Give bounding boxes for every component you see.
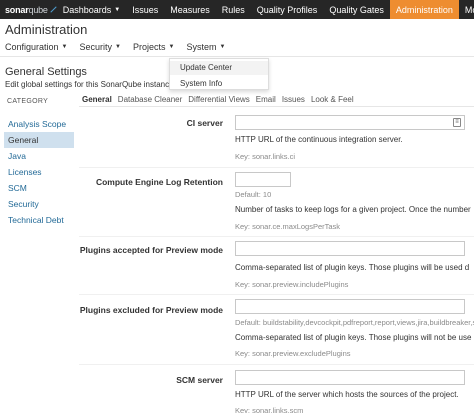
sidebar-item-analysis-scope[interactable]: Analysis Scope (4, 116, 74, 132)
ce-log-retention-label: Compute Engine Log Retention (95, 177, 223, 187)
plugins-accepted-key: Key: sonar.preview.includePlugins (235, 280, 349, 289)
nav-dashboards[interactable]: Dashboards ▼ (57, 0, 126, 19)
caret-down-icon: ▼ (61, 44, 68, 50)
divider (0, 56, 474, 57)
ce-log-retention-help: Number of tasks to keep logs for a given… (235, 205, 471, 214)
scm-server-help: HTTP URL of the server which hosts the s… (235, 390, 459, 399)
sidebar-item-java[interactable]: Java (4, 148, 74, 164)
ce-log-retention-default: Default: 10 (235, 190, 272, 199)
tab-differential-views[interactable]: Differential Views (188, 95, 250, 104)
system-dropdown-menu: Update Center System Info (169, 58, 269, 90)
tab-email[interactable]: Email (256, 95, 276, 104)
nav-issues[interactable]: Issues (126, 0, 164, 19)
logo-text-sub: qube (28, 4, 48, 15)
menu-item-system-info[interactable]: System Info (170, 77, 268, 91)
ce-log-retention-key: Key: sonar.ce.maxLogsPerTask (235, 222, 341, 231)
nav-more[interactable]: More▼ (459, 0, 474, 19)
ci-server-key: Key: sonar.links.ci (235, 152, 296, 161)
sidebar-item-scm[interactable]: SCM (4, 180, 74, 196)
plugins-excluded-key: Key: sonar.preview.excludePlugins (235, 349, 351, 358)
category-sidebar: Analysis Scope General Java Licenses SCM… (4, 116, 74, 228)
menu-item-update-center[interactable]: Update Center (170, 61, 268, 75)
tab-look-and-feel[interactable]: Look & Feel (311, 95, 354, 104)
nav-measures[interactable]: Measures (164, 0, 216, 19)
nav-quality-profiles[interactable]: Quality Profiles (251, 0, 324, 19)
sidebar-item-general[interactable]: General (4, 132, 74, 148)
subnav-security[interactable]: Security ▼ (80, 42, 121, 52)
nav-quality-gates[interactable]: Quality Gates (323, 0, 390, 19)
plugins-excluded-label: Plugins excluded for Preview mode (79, 305, 223, 315)
top-navbar: sonarqube Dashboards ▼ Issues Measures Ru… (0, 0, 474, 19)
tab-general[interactable]: General (82, 95, 112, 104)
plugins-excluded-help: Comma-separated list of plugin keys. Tho… (235, 333, 472, 342)
caret-down-icon: ▼ (168, 44, 175, 50)
row-divider (79, 167, 474, 168)
sidebar-item-technical-debt[interactable]: Technical Debt (4, 212, 74, 228)
caret-down-icon: ▼ (219, 44, 226, 50)
scm-server-key: Key: sonar.links.scm (235, 406, 304, 413)
subnav-projects[interactable]: Projects ▼ (133, 42, 174, 52)
nav-administration[interactable]: Administration (389, 0, 459, 19)
row-divider (79, 236, 474, 237)
ci-server-label: CI server (186, 118, 223, 128)
logo-text-main: sonar (5, 4, 29, 15)
tab-issues[interactable]: Issues (282, 95, 305, 104)
row-divider (79, 364, 474, 365)
settings-description: Edit global settings for this SonarQube … (5, 80, 176, 89)
admin-subnav: Configuration ▼ Security ▼ Projects ▼ Syste… (5, 42, 237, 52)
ce-log-retention-input[interactable] (235, 172, 291, 187)
sonarqube-logo[interactable]: sonarqube (0, 0, 57, 19)
sidebar-item-security[interactable]: Security (4, 196, 74, 212)
plugins-accepted-label: Plugins accepted for Preview mode (79, 245, 223, 255)
page-title: Administration (5, 22, 88, 37)
input-helper-icon[interactable]: ≡ (453, 118, 461, 127)
sidebar-item-licenses[interactable]: Licenses (4, 164, 74, 180)
settings-title: General Settings (5, 66, 87, 78)
nav-rules[interactable]: Rules (216, 0, 251, 19)
ci-server-input[interactable]: ≡ (235, 115, 465, 130)
ci-server-help: HTTP URL of the continuous integration s… (235, 135, 403, 144)
row-divider (79, 294, 474, 295)
logo-wave-icon (50, 6, 57, 13)
plugins-accepted-input[interactable] (235, 241, 465, 256)
scm-server-input[interactable] (235, 370, 465, 385)
caret-down-icon: ▼ (115, 44, 121, 50)
divider (79, 106, 474, 107)
plugins-accepted-help: Comma-separated list of plugin keys. Tho… (235, 263, 470, 272)
caret-down-icon: ▼ (114, 6, 121, 13)
subnav-configuration[interactable]: Configuration ▼ (5, 42, 68, 52)
plugins-excluded-input[interactable] (235, 299, 465, 314)
settings-tabs: General Database Cleaner Differential Vi… (82, 95, 360, 104)
subnav-system[interactable]: System ▼ (186, 42, 225, 52)
category-label: CATEGORY (7, 98, 49, 105)
tab-database-cleaner[interactable]: Database Cleaner (118, 95, 182, 104)
plugins-excluded-default: Default: buildstability,devcockpit,pdfre… (235, 318, 474, 327)
scm-server-label: SCM server (176, 375, 223, 385)
